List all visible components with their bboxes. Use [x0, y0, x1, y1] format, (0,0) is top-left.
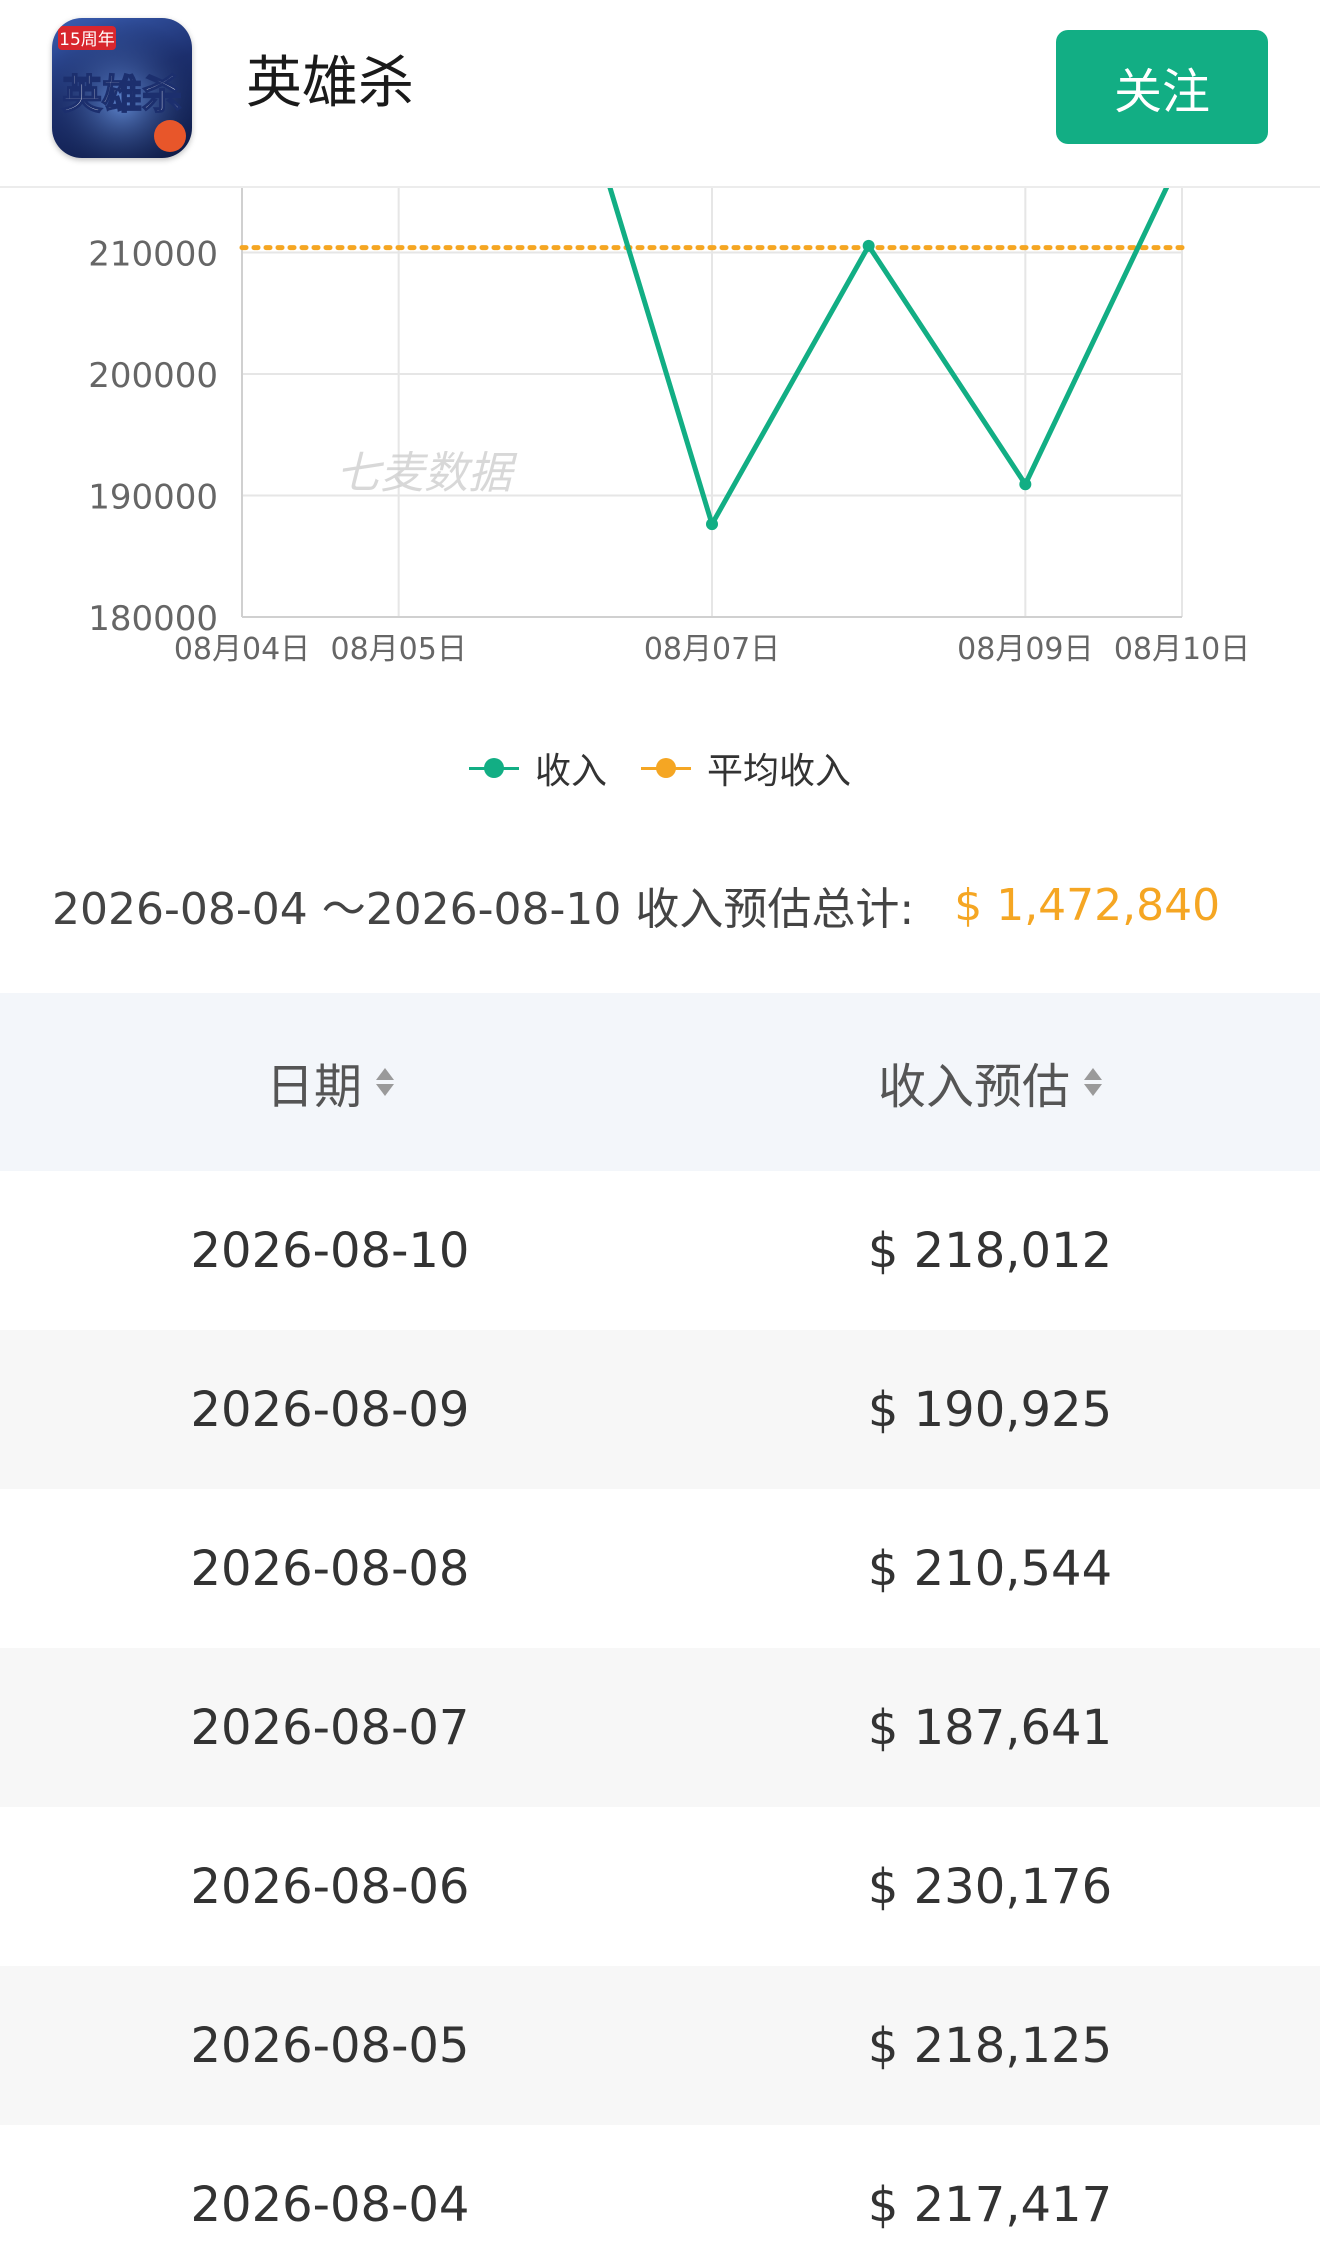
cell-date: 2026-08-06: [190, 1858, 470, 1915]
x-tick-label: 08月09日: [957, 632, 1093, 667]
cell-revenue: $ 187,641: [867, 1699, 1113, 1756]
column-header-date-label: 日期: [265, 1059, 362, 1115]
revenue-data-point: [706, 518, 718, 531]
summary-total: $ 1,472,840: [954, 879, 1221, 931]
table-row: 2026-08-08 $ 210,544: [0, 1489, 1320, 1648]
app-header: 15周年 英雄杀 英雄杀 关注: [0, 0, 1320, 188]
column-header-revenue-label: 收入预估: [877, 1059, 1070, 1115]
cell-date: 2026-08-05: [190, 2017, 470, 2074]
legend-average-icon: [641, 758, 691, 778]
y-tick-label: 200000: [88, 356, 218, 396]
cell-revenue: $ 218,012: [867, 1222, 1113, 1279]
cell-date: 2026-08-09: [190, 1381, 470, 1438]
cell-revenue: $ 218,125: [867, 2017, 1113, 2074]
app-title: 英雄杀: [246, 51, 414, 116]
revenue-data-point: [862, 239, 875, 252]
cell-date: 2026-08-07: [190, 1699, 470, 1756]
cell-date: 2026-08-04: [190, 2176, 470, 2233]
legend-item-average[interactable]: 平均收入: [641, 742, 851, 794]
table-row: 2026-08-04 $ 217,417: [0, 2125, 1320, 2267]
x-tick-label: 08月07日: [644, 632, 780, 667]
cell-date: 2026-08-10: [190, 1222, 470, 1279]
app-icon[interactable]: 15周年 英雄杀: [52, 18, 192, 158]
cell-revenue: $ 190,925: [867, 1381, 1113, 1438]
chart-legend: 收入 平均收入: [0, 740, 1320, 796]
y-tick-label: 210000: [88, 235, 218, 275]
sort-icon[interactable]: [376, 1068, 394, 1096]
table-row: 2026-08-09 $ 190,925: [0, 1330, 1320, 1489]
svg-text:英雄杀: 英雄杀: [62, 72, 182, 118]
follow-button[interactable]: 关注: [1056, 30, 1268, 144]
sort-icon[interactable]: [1084, 1068, 1102, 1096]
column-header-date[interactable]: 日期: [0, 1047, 660, 1117]
table-row: 2026-08-06 $ 230,176: [0, 1807, 1320, 1966]
svg-text:15周年: 15周年: [59, 30, 115, 50]
summary-range-label: 2026-08-04 ～2026-08-10 收入预估总计:: [52, 884, 915, 935]
x-tick-label: 08月10日: [1114, 632, 1250, 667]
cell-revenue: $ 230,176: [867, 1858, 1113, 1915]
table-row: 2026-08-05 $ 218,125: [0, 1966, 1320, 2125]
column-header-revenue[interactable]: 收入预估: [660, 1047, 1320, 1117]
revenue-summary: 2026-08-04 ～2026-08-10 收入预估总计: $ 1,472,8…: [52, 870, 1220, 940]
cell-revenue: $ 217,417: [867, 2176, 1113, 2233]
y-tick-label: 190000: [88, 478, 218, 518]
cell-revenue: $ 210,544: [867, 1540, 1113, 1597]
revenue-table: 日期 收入预估 2026-08-10 $ 218,012 2026-08-09 …: [0, 993, 1320, 2267]
legend-revenue-icon: [468, 758, 519, 778]
revenue-data-point: [1019, 478, 1032, 491]
chart-watermark: 七麦数据: [336, 448, 518, 499]
legend-item-revenue[interactable]: 收入: [468, 742, 607, 794]
legend-revenue-label: 收入: [534, 751, 607, 792]
x-tick-label: 08月05日: [330, 632, 466, 667]
table-header: 日期 收入预估: [0, 993, 1320, 1171]
table-row: 2026-08-07 $ 187,641: [0, 1648, 1320, 1807]
legend-average-label: 平均收入: [707, 751, 852, 792]
x-tick-label: 08月04日: [174, 632, 310, 667]
table-row: 2026-08-10 $ 218,012: [0, 1171, 1320, 1330]
cell-date: 2026-08-08: [190, 1540, 470, 1597]
